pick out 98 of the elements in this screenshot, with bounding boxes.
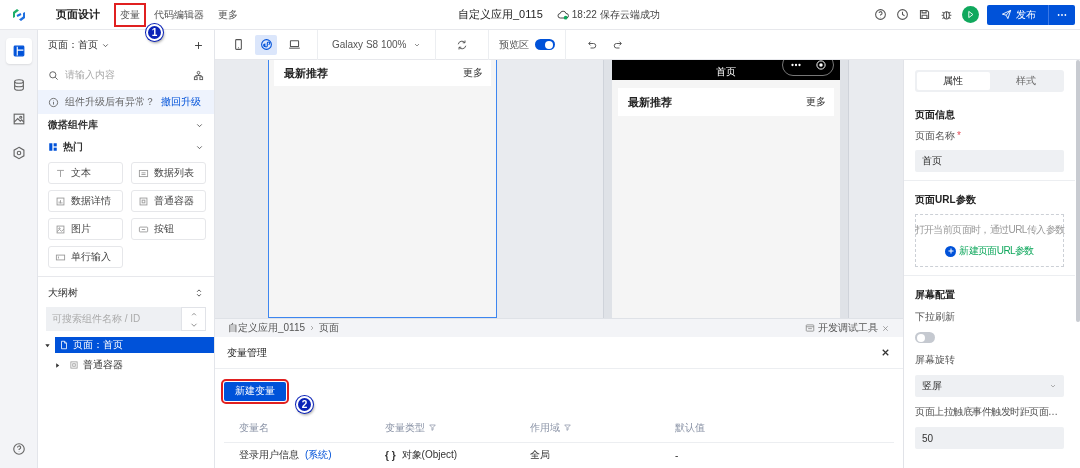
help-icon[interactable] <box>874 8 887 21</box>
caret-icon[interactable] <box>44 341 51 349</box>
device-select[interactable]: Galaxy S8 100% <box>332 39 407 50</box>
field-label: 下拉刷新 <box>915 310 956 324</box>
chart-icon <box>55 195 66 207</box>
preview-label: 预览区 <box>498 37 529 52</box>
more-link[interactable]: 更多 <box>463 66 483 80</box>
table-cell-text: 登录用户信息 (系统) <box>239 448 333 462</box>
app-title: 自定义应用_0115 <box>458 7 543 22</box>
button-icon <box>138 223 149 235</box>
sort-icon[interactable] <box>194 288 204 298</box>
nav-title: 首页 <box>716 65 736 79</box>
container-icon <box>69 360 79 370</box>
component-card[interactable]: 单行输入 <box>48 246 123 268</box>
section-title: 页面信息 <box>915 108 956 122</box>
image-icon <box>11 112 26 126</box>
save-icon[interactable] <box>918 8 931 21</box>
nav-tab[interactable]: 页面设计 <box>53 5 103 24</box>
breadcrumb-item[interactable]: 页面 <box>319 321 340 335</box>
undo-upgrade-link[interactable]: 撤回升级 <box>161 95 201 109</box>
devtools-link[interactable]: 开发调试工具 <box>818 321 878 335</box>
field-label: 屏幕旋转 <box>915 353 956 367</box>
input-icon <box>55 251 66 263</box>
nav-tab[interactable]: 代码编辑器 <box>151 5 207 24</box>
refresh-icon[interactable] <box>455 38 468 51</box>
rail-item[interactable] <box>5 38 32 64</box>
file-icon <box>59 340 69 350</box>
bug-icon[interactable] <box>940 8 953 21</box>
braces-icon: { } <box>385 449 396 461</box>
field-label: 页面名称 * <box>915 129 962 143</box>
section-title: 最新推荐 <box>284 65 328 81</box>
device-button[interactable] <box>255 34 277 55</box>
step-badge: 1 <box>146 23 163 41</box>
devtools-icon <box>805 323 815 333</box>
table-cell: 对象(Object) <box>401 448 458 462</box>
category-title: 热门 <box>63 140 83 154</box>
grid-icon <box>48 142 58 152</box>
nav-tab[interactable]: 变量 <box>117 5 143 24</box>
column-header: 作用域 <box>530 420 560 435</box>
breadcrumb-item[interactable]: 自定义应用_0115 <box>228 321 306 335</box>
close-icon[interactable] <box>880 347 891 358</box>
table-cell-text: 全局 <box>530 448 551 462</box>
play-button[interactable] <box>962 6 979 23</box>
section-title: 屏幕配置 <box>915 288 956 302</box>
step-badge: 2 <box>296 395 313 413</box>
logo-icon <box>11 6 27 23</box>
component-card[interactable]: 图片 <box>48 218 123 240</box>
section-title: 最新推荐 <box>628 94 672 110</box>
column-header: 默认值 <box>675 420 705 435</box>
page-name-field[interactable]: 首页 <box>915 150 1064 172</box>
help-icon[interactable] <box>11 442 26 456</box>
settings-icon <box>11 146 26 160</box>
section-title: 页面URL参数 <box>915 193 977 207</box>
hint-text: 打开当前页面时，通过URL传入参数 <box>914 223 1065 237</box>
outline-title: 大纲树 <box>48 286 78 300</box>
tree-item[interactable]: 普通容器 <box>65 357 214 373</box>
tree-item[interactable]: 页面：首页 <box>55 337 214 353</box>
caret-icon[interactable] <box>54 361 61 369</box>
component-card[interactable]: 文本 <box>48 162 123 184</box>
component-card[interactable]: 普通容器 <box>131 190 206 212</box>
text-icon <box>55 167 66 179</box>
info-icon <box>48 96 59 108</box>
toggle-switch[interactable] <box>534 39 555 50</box>
search-icon <box>48 69 59 81</box>
container-icon <box>138 195 149 207</box>
pages-icon <box>11 44 26 58</box>
send-icon <box>1001 9 1012 20</box>
panel-title: 变量管理 <box>227 345 267 360</box>
database-icon <box>11 78 26 92</box>
save-status: 18:22 保存云端成功 <box>571 7 660 22</box>
cloud-icon <box>556 8 569 21</box>
component-card[interactable]: 数据详情 <box>48 190 123 212</box>
new-variable-button[interactable]: 新建变量 <box>224 381 286 401</box>
plus-icon[interactable] <box>193 39 204 51</box>
panel-tab[interactable]: 样式 <box>989 72 1062 90</box>
image-icon <box>55 223 66 235</box>
column-header: 变量类型 <box>385 420 425 435</box>
notice-text: 组件升级后有异常？ <box>65 95 155 109</box>
distance-field[interactable]: 50 <box>915 427 1064 449</box>
column-header: 变量名 <box>239 420 269 435</box>
field-label: 页面上拉触底事件触发时距页面… <box>915 405 1059 419</box>
component-card[interactable]: 数据列表 <box>131 162 206 184</box>
hierarchy-icon[interactable] <box>193 69 204 81</box>
component-card[interactable]: 按钮 <box>131 218 206 240</box>
rotation-select[interactable]: 竖屏 <box>915 375 1064 397</box>
toggle-switch[interactable] <box>915 332 935 343</box>
chevron-down-icon <box>1049 382 1057 390</box>
list-icon <box>138 167 149 179</box>
clock-icon[interactable] <box>896 8 909 21</box>
more-link[interactable]: 更多 <box>806 95 826 109</box>
panel-tab[interactable]: 属性 <box>917 72 990 90</box>
library-title: 微搭组件库 <box>48 118 98 132</box>
laptop-icon <box>287 38 301 51</box>
page-selector[interactable]: 页面：首页 <box>48 38 98 52</box>
play-icon <box>965 9 976 20</box>
mini-program-icon <box>259 38 273 51</box>
nav-tab[interactable]: 更多 <box>215 5 241 24</box>
table-cell-text: - <box>675 449 680 461</box>
